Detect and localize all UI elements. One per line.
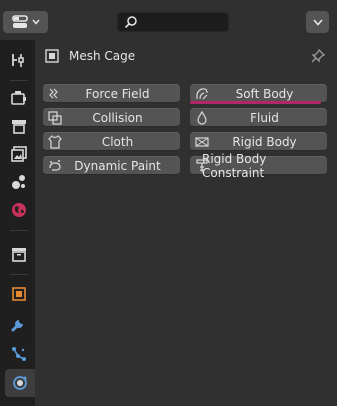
collection-tab[interactable]	[5, 240, 33, 268]
scene-tab[interactable]	[5, 168, 33, 196]
render-tab[interactable]	[5, 84, 33, 112]
output-tab[interactable]	[5, 112, 33, 140]
dynamic-paint-icon	[48, 159, 62, 173]
tab-separator	[10, 274, 28, 275]
physics-properties-panel: Mesh Cage Force Field Collision Cloth Dy…	[35, 40, 337, 406]
fluid-button[interactable]: Fluid	[190, 108, 327, 127]
cloth-button[interactable]: Cloth	[43, 132, 180, 151]
tab-separator	[10, 230, 28, 231]
properties-editor-icon	[11, 15, 28, 29]
soft-body-icon	[195, 87, 209, 101]
fluid-drop-icon	[195, 111, 209, 125]
options-dropdown[interactable]	[306, 11, 329, 33]
scene-icon	[10, 173, 28, 191]
physics-tab[interactable]	[5, 369, 35, 397]
fluid-label: Fluid	[250, 110, 279, 125]
header-bar	[0, 0, 337, 40]
force-field-button[interactable]: Force Field	[43, 84, 180, 103]
output-icon	[10, 117, 28, 135]
particles-icon	[10, 345, 28, 363]
tab-separator	[10, 80, 28, 81]
rigid-body-icon	[195, 135, 209, 149]
editor-type-dropdown[interactable]	[3, 11, 48, 33]
collision-label: Collision	[92, 110, 143, 125]
search-input[interactable]	[117, 12, 229, 32]
rigid-body-constraint-icon	[195, 159, 209, 173]
collision-icon	[48, 111, 62, 125]
cloth-label: Cloth	[101, 134, 134, 149]
dynamic-paint-button[interactable]: Dynamic Paint	[43, 156, 180, 175]
tool-icon	[10, 51, 28, 69]
force-field-icon	[48, 87, 62, 101]
object-name: Mesh Cage	[69, 49, 136, 63]
wrench-icon	[10, 315, 28, 333]
rigid-body-constraint-label: Rigid Body Constraint	[202, 151, 267, 180]
force-field-label: Force Field	[85, 86, 150, 101]
view-layer-tab[interactable]	[5, 140, 33, 168]
soft-body-label: Soft Body	[235, 86, 294, 101]
rigid-body-label: Rigid Body	[232, 134, 297, 149]
soft-body-active-indicator	[190, 101, 321, 104]
render-icon	[10, 89, 28, 107]
collection-icon	[10, 245, 28, 263]
modifiers-tab[interactable]	[5, 310, 33, 338]
rigid-body-button[interactable]: Rigid Body	[190, 132, 327, 151]
cloth-icon	[48, 135, 62, 149]
view-layer-icon	[10, 145, 28, 163]
pin-icon[interactable]	[310, 48, 326, 64]
chevron-down-icon	[312, 18, 323, 26]
world-icon	[10, 201, 28, 219]
context-path: Mesh Cage	[35, 40, 337, 72]
rigid-body-constraint-button[interactable]: Rigid Body Constraint	[190, 152, 327, 180]
tool-tab[interactable]	[5, 46, 33, 74]
physics-icon	[11, 374, 29, 392]
collision-button[interactable]: Collision	[43, 108, 180, 127]
particles-tab[interactable]	[5, 340, 33, 368]
dynamic-paint-label: Dynamic Paint	[74, 158, 161, 173]
properties-tabs	[0, 40, 35, 406]
world-tab[interactable]	[5, 196, 33, 224]
search-icon	[124, 15, 138, 29]
mesh-object-icon	[45, 49, 59, 63]
chevron-down-icon	[31, 19, 40, 25]
object-icon	[10, 285, 28, 303]
object-tab[interactable]	[5, 280, 33, 308]
